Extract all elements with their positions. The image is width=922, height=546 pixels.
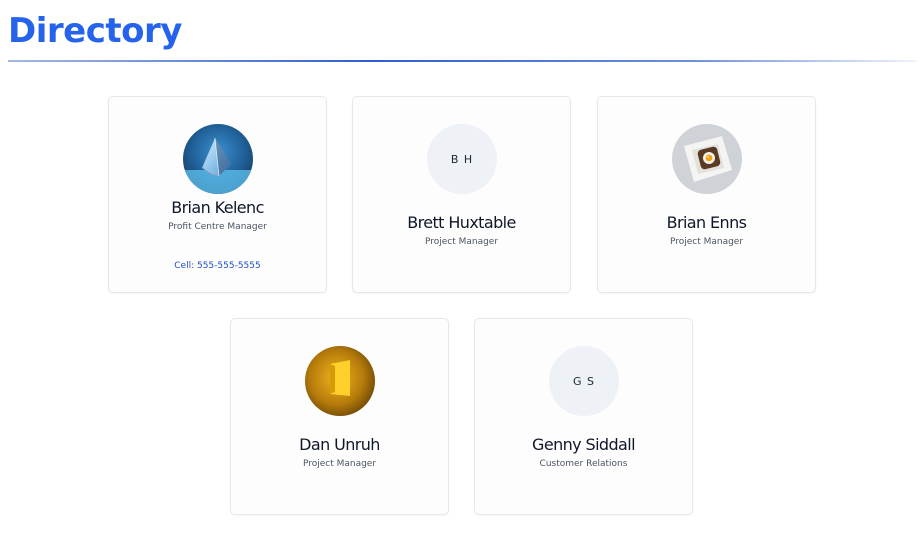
- avatar: [183, 124, 253, 194]
- avatar: [672, 124, 742, 194]
- person-role: Profit Centre Manager: [168, 222, 267, 232]
- person-card[interactable]: B H Brett Huxtable Project Manager: [352, 96, 571, 293]
- toast-on-plate-icon: [672, 124, 742, 194]
- person-role: Project Manager: [302, 459, 377, 469]
- person-role: Project Manager: [424, 237, 499, 247]
- person-cell-link[interactable]: Cell: 555-555-5555: [109, 260, 326, 272]
- person-name: Brian Kelenc: [171, 198, 264, 217]
- person-card[interactable]: Brian Kelenc Profit Centre Manager Cell:…: [108, 96, 327, 293]
- avatar-initials: G S: [549, 346, 619, 416]
- avatar-initials: B H: [427, 124, 497, 194]
- person-name: Brett Huxtable: [407, 213, 516, 232]
- person-name: Genny Siddall: [532, 435, 635, 454]
- avatar: [305, 346, 375, 416]
- person-name: Dan Unruh: [299, 435, 380, 454]
- person-role: Customer Relations: [539, 459, 628, 469]
- person-card[interactable]: G S Genny Siddall Customer Relations: [474, 318, 693, 515]
- person-card[interactable]: Brian Enns Project Manager: [597, 96, 816, 293]
- yellow-doorway-icon: [305, 346, 375, 416]
- directory-grid: Brian Kelenc Profit Centre Manager Cell:…: [0, 0, 922, 546]
- person-card[interactable]: Dan Unruh Project Manager: [230, 318, 449, 515]
- person-name: Brian Enns: [666, 213, 747, 232]
- person-role: Project Manager: [669, 237, 744, 247]
- prism-icon: [183, 124, 253, 194]
